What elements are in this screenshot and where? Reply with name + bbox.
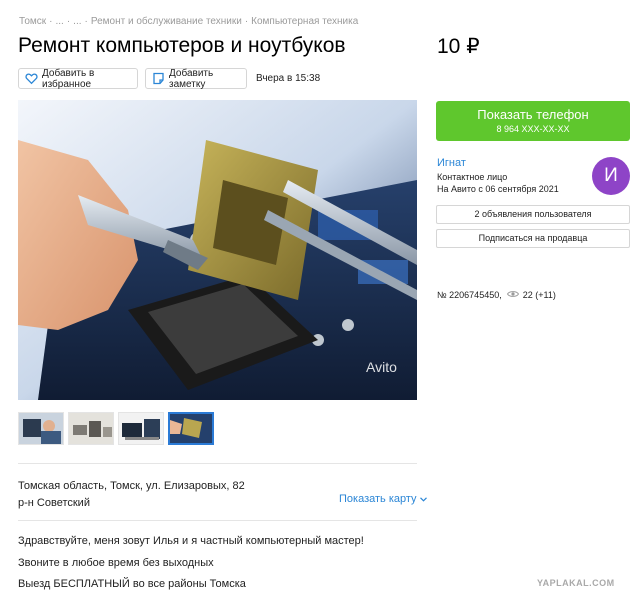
heart-icon	[25, 72, 38, 85]
address-block: Томская область, Томск, ул. Елизаровых, …	[18, 478, 245, 512]
site-watermark: YAPLAKAL.COM	[537, 578, 615, 588]
add-note-button[interactable]: Добавить заметку	[145, 67, 247, 90]
seller-ads-button[interactable]: 2 объявления пользователя	[436, 205, 630, 224]
thumbnail-strip	[18, 412, 214, 445]
breadcrumb-item-city[interactable]: Томск	[19, 16, 46, 27]
price: 10 ₽	[437, 35, 480, 58]
chevron-down-icon	[417, 493, 427, 505]
add-to-favorites-button[interactable]: Добавить в избранное	[18, 67, 138, 90]
seller-role: Контактное лицо	[437, 172, 508, 182]
ad-number: № 2206745450,	[437, 290, 502, 300]
show-map-label: Показать карту	[339, 493, 417, 505]
note-icon	[152, 72, 165, 85]
avatar[interactable]: И	[592, 157, 630, 195]
breadcrumb: Томск ·... ·... · Ремонт и обслуживание техн…	[19, 16, 359, 27]
description-line: Выезд БЕСПЛАТНЫЙ во все районы Томска	[18, 578, 246, 590]
photo-watermark: Avito	[366, 359, 397, 375]
district: р-н Советский	[18, 497, 90, 509]
main-photo[interactable]: Avito	[18, 100, 417, 400]
add-note-label: Добавить заметку	[169, 67, 214, 90]
seller-since: На Авито с 06 сентября 2021	[437, 184, 559, 194]
breadcrumb-item-service-repair[interactable]: Ремонт и обслуживание техники	[91, 16, 242, 27]
eye-icon	[506, 290, 519, 300]
subscribe-seller-button[interactable]: Подписаться на продавца	[436, 229, 630, 248]
thumbnail[interactable]	[118, 412, 164, 445]
divider	[18, 463, 417, 464]
breadcrumb-item-region[interactable]: ...	[55, 16, 63, 27]
page-title: Ремонт компьютеров и ноутбуков	[18, 34, 346, 57]
posted-time: Вчера в 15:38	[256, 73, 321, 84]
show-phone-button[interactable]: Показать телефон 8 964 XXX-XX-XX	[436, 101, 630, 141]
description-line: Звоните в любое время без выходных	[18, 557, 214, 569]
show-phone-label: Показать телефон	[477, 107, 589, 122]
show-map-link[interactable]: Показать карту	[339, 493, 427, 505]
description-line: Здравствуйте, меня зовут Илья и я частны…	[18, 535, 364, 547]
seller-name[interactable]: Игнат	[437, 157, 466, 169]
ad-meta: № 2206745450, 22 (+11)	[437, 290, 556, 300]
breadcrumb-item-computer-tech[interactable]: Компьютерная техника	[251, 16, 358, 27]
breadcrumb-item-category[interactable]: ...	[73, 16, 81, 27]
thumbnail[interactable]	[18, 412, 64, 445]
add-to-favorites-label: Добавить в избранное	[42, 67, 95, 90]
divider	[18, 520, 417, 521]
address: Томская область, Томск, ул. Елизаровых, …	[18, 480, 245, 492]
thumbnail[interactable]	[68, 412, 114, 445]
thumbnail-active[interactable]	[168, 412, 214, 445]
view-count: 22 (+11)	[522, 290, 556, 300]
phone-masked: 8 964 XXX-XX-XX	[496, 124, 570, 134]
